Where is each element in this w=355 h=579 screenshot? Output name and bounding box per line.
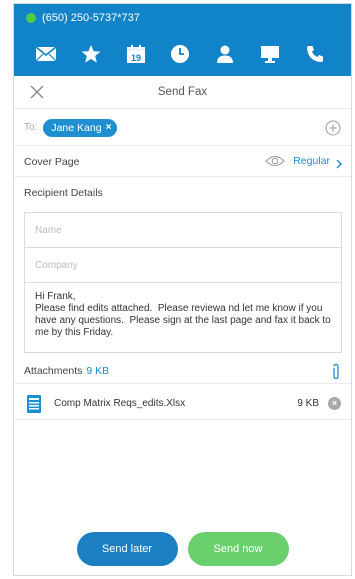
recipient-chip-name: Jane Kang <box>51 121 102 134</box>
message-textarea[interactable]: Hi Frank, Please find edits attached. Pl… <box>24 282 342 353</box>
send-now-button[interactable]: Send now <box>187 532 289 566</box>
to-label: To: <box>24 122 38 133</box>
mail-icon[interactable] <box>33 41 59 67</box>
cover-page-selector[interactable]: Regular <box>265 154 343 169</box>
chevron-right-icon <box>335 156 343 169</box>
name-input[interactable] <box>25 213 341 247</box>
fax-app-window: (650) 250-5737*737 19 Send Fax To: Jane … <box>13 3 352 576</box>
attachments-row: Attachments 9 KB <box>14 359 351 384</box>
preview-eye-icon[interactable] <box>265 154 285 168</box>
attachment-file-size: 9 KB <box>297 398 319 409</box>
remove-recipient-icon[interactable]: × <box>106 122 112 133</box>
cover-page-row[interactable]: Cover Page Regular <box>14 147 351 177</box>
header: Send Fax <box>14 76 351 109</box>
attachment-file-name: Comp Matrix Reqs_edits.Xlsx <box>54 398 186 409</box>
contact-icon[interactable] <box>212 41 238 67</box>
page-title: Send Fax <box>157 86 208 98</box>
calendar-icon[interactable]: 19 <box>123 41 149 67</box>
to-row: To: Jane Kang × <box>14 110 351 146</box>
clock-icon[interactable] <box>167 41 193 67</box>
recipient-details-heading: Recipient Details <box>24 187 103 199</box>
status-bar: (650) 250-5737*737 <box>14 4 351 32</box>
name-field[interactable] <box>24 212 342 248</box>
action-buttons: Send later Send now <box>14 532 351 566</box>
close-icon[interactable] <box>28 83 46 101</box>
cover-page-label: Cover Page <box>24 155 80 168</box>
remove-attachment-icon[interactable]: × <box>328 397 341 410</box>
phone-number: (650) 250-5737*737 <box>42 12 140 24</box>
attachment-item[interactable]: Comp Matrix Reqs_edits.Xlsx 9 KB × <box>14 388 351 420</box>
online-status-dot <box>26 13 36 23</box>
recipient-chip[interactable]: Jane Kang × <box>43 118 118 137</box>
paperclip-icon[interactable] <box>331 363 341 381</box>
spreadsheet-file-icon <box>24 394 44 414</box>
company-input[interactable] <box>25 248 341 282</box>
add-recipient-icon[interactable] <box>325 120 341 136</box>
attachments-total-size: 9 KB <box>86 365 110 377</box>
phone-icon[interactable] <box>302 41 328 67</box>
calendar-day: 19 <box>131 53 141 63</box>
attachments-label: Attachments <box>24 365 83 377</box>
company-field[interactable] <box>24 247 342 283</box>
star-icon[interactable] <box>78 41 104 67</box>
cover-page-value: Regular <box>293 155 330 167</box>
nav-icon-bar: 19 <box>14 32 351 76</box>
computer-icon[interactable] <box>257 41 283 67</box>
send-later-button[interactable]: Send later <box>76 532 178 566</box>
